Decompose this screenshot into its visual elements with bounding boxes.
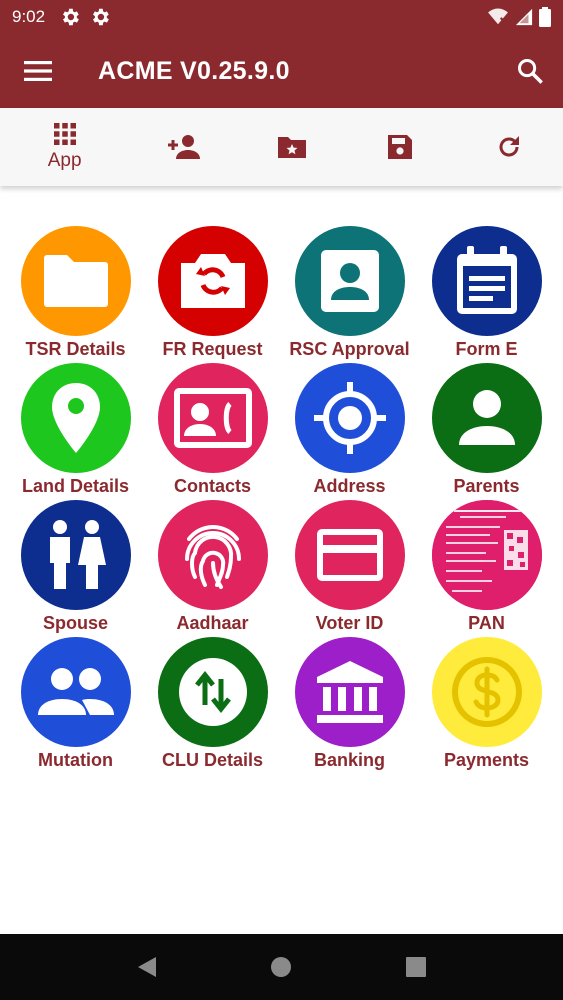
status-time: 9:02	[12, 7, 46, 26]
contact-phone-icon	[173, 388, 252, 448]
cell-signal-icon	[515, 8, 533, 26]
save-button[interactable]	[346, 108, 454, 186]
tile-circle	[20, 226, 131, 336]
tile-circle	[157, 226, 268, 336]
starred-folder-icon	[277, 137, 306, 158]
group-icon	[37, 668, 114, 715]
status-bar: 9:02	[0, 0, 563, 34]
camera-switch-icon	[180, 254, 245, 308]
tile-label: Mutation	[38, 750, 113, 770]
tile-form-e[interactable]: Form E	[418, 226, 555, 363]
tile-circle	[157, 363, 268, 473]
status-indicators	[487, 7, 551, 27]
tile-label: Aadhaar	[176, 613, 249, 633]
dollar-icon	[451, 657, 522, 727]
menu-button[interactable]	[0, 34, 76, 108]
folder-icon	[43, 255, 108, 307]
tile-land-details[interactable]: Land Details	[7, 363, 144, 500]
tile-label: Voter ID	[315, 613, 384, 633]
tile-label: PAN	[468, 613, 505, 633]
tile-circle	[431, 226, 542, 336]
tile-label: FR Request	[162, 339, 263, 359]
home-icon[interactable]	[269, 955, 293, 979]
battery-icon	[539, 7, 551, 27]
app-title: ACME V0.25.9.0	[98, 56, 290, 85]
tile-pan[interactable]: PAN	[418, 500, 555, 637]
add-person-icon	[167, 135, 200, 159]
crosshair-icon	[313, 382, 386, 454]
tile-circle	[431, 637, 542, 747]
bank-icon	[316, 661, 383, 723]
system-nav-bar	[0, 934, 563, 1000]
app-bar: ACME V0.25.9.0	[0, 34, 563, 108]
tile-circle	[20, 637, 131, 747]
tile-circle	[294, 637, 405, 747]
tile-banking[interactable]: Banking	[281, 637, 418, 774]
couple-icon	[49, 520, 106, 589]
refresh-icon	[499, 136, 519, 157]
tile-clu-details[interactable]: CLU Details	[144, 637, 281, 774]
tile-label: RSC Approval	[289, 339, 410, 359]
search-icon	[517, 58, 543, 84]
tile-parents[interactable]: Parents	[418, 363, 555, 500]
recents-icon[interactable]	[405, 956, 427, 978]
tile-label: Address	[313, 476, 386, 496]
tile-label: Spouse	[42, 613, 108, 633]
tile-label: Payments	[443, 750, 530, 770]
tile-label: Parents	[453, 476, 520, 496]
tile-voter-id[interactable]: Voter ID	[281, 500, 418, 637]
tile-label: CLU Details	[161, 750, 264, 770]
module-grid: TSR Details FR Request RSC Approval Form…	[7, 226, 556, 774]
tile-circle	[157, 500, 268, 610]
add-person-button[interactable]	[129, 108, 237, 186]
tab-app[interactable]: App	[0, 108, 129, 186]
refresh-button[interactable]	[455, 108, 563, 186]
tile-spouse[interactable]: Spouse	[7, 500, 144, 637]
starred-folder-button[interactable]	[238, 108, 346, 186]
tile-payments[interactable]: Payments	[418, 637, 555, 774]
tile-circle	[20, 500, 131, 610]
search-button[interactable]	[497, 34, 563, 108]
person-icon	[458, 390, 515, 445]
contact-card-icon	[320, 250, 379, 312]
save-icon	[388, 135, 413, 159]
tile-circle	[294, 363, 405, 473]
settings-notification-icon	[93, 8, 109, 26]
tile-label: TSR Details	[25, 339, 126, 359]
back-icon[interactable]	[136, 955, 158, 979]
settings-notification-icon	[63, 8, 79, 26]
location-pin-icon	[51, 383, 100, 453]
tile-label: Banking	[313, 750, 385, 770]
tile-circle	[431, 363, 542, 473]
tile-contacts[interactable]: Contacts	[144, 363, 281, 500]
action-toolbar: App	[0, 108, 563, 186]
tab-app-label: App	[47, 150, 82, 171]
wifi-off-icon	[488, 8, 508, 25]
tile-tsr-details[interactable]: TSR Details	[7, 226, 144, 363]
id-card-icon	[316, 529, 383, 581]
fingerprint-icon	[184, 525, 241, 589]
hamburger-menu-icon	[24, 61, 52, 81]
tile-circle	[20, 363, 131, 473]
tile-aadhaar[interactable]: Aadhaar	[144, 500, 281, 637]
tile-label: Form E	[455, 339, 518, 359]
tile-circle	[294, 226, 405, 336]
swap-vertical-icon	[178, 658, 247, 726]
tile-rsc-approval[interactable]: RSC Approval	[281, 226, 418, 363]
pan-card-illustration	[431, 500, 542, 610]
tile-mutation[interactable]: Mutation	[7, 637, 144, 774]
tile-circle	[157, 637, 268, 747]
tile-label: Land Details	[21, 476, 130, 496]
tile-circle	[294, 500, 405, 610]
pan-card-image	[431, 500, 542, 610]
tile-label: Contacts	[173, 476, 251, 496]
apps-grid-icon	[53, 123, 76, 145]
tile-fr-request[interactable]: FR Request	[144, 226, 281, 363]
calendar-form-icon	[456, 246, 517, 314]
tile-address[interactable]: Address	[281, 363, 418, 500]
